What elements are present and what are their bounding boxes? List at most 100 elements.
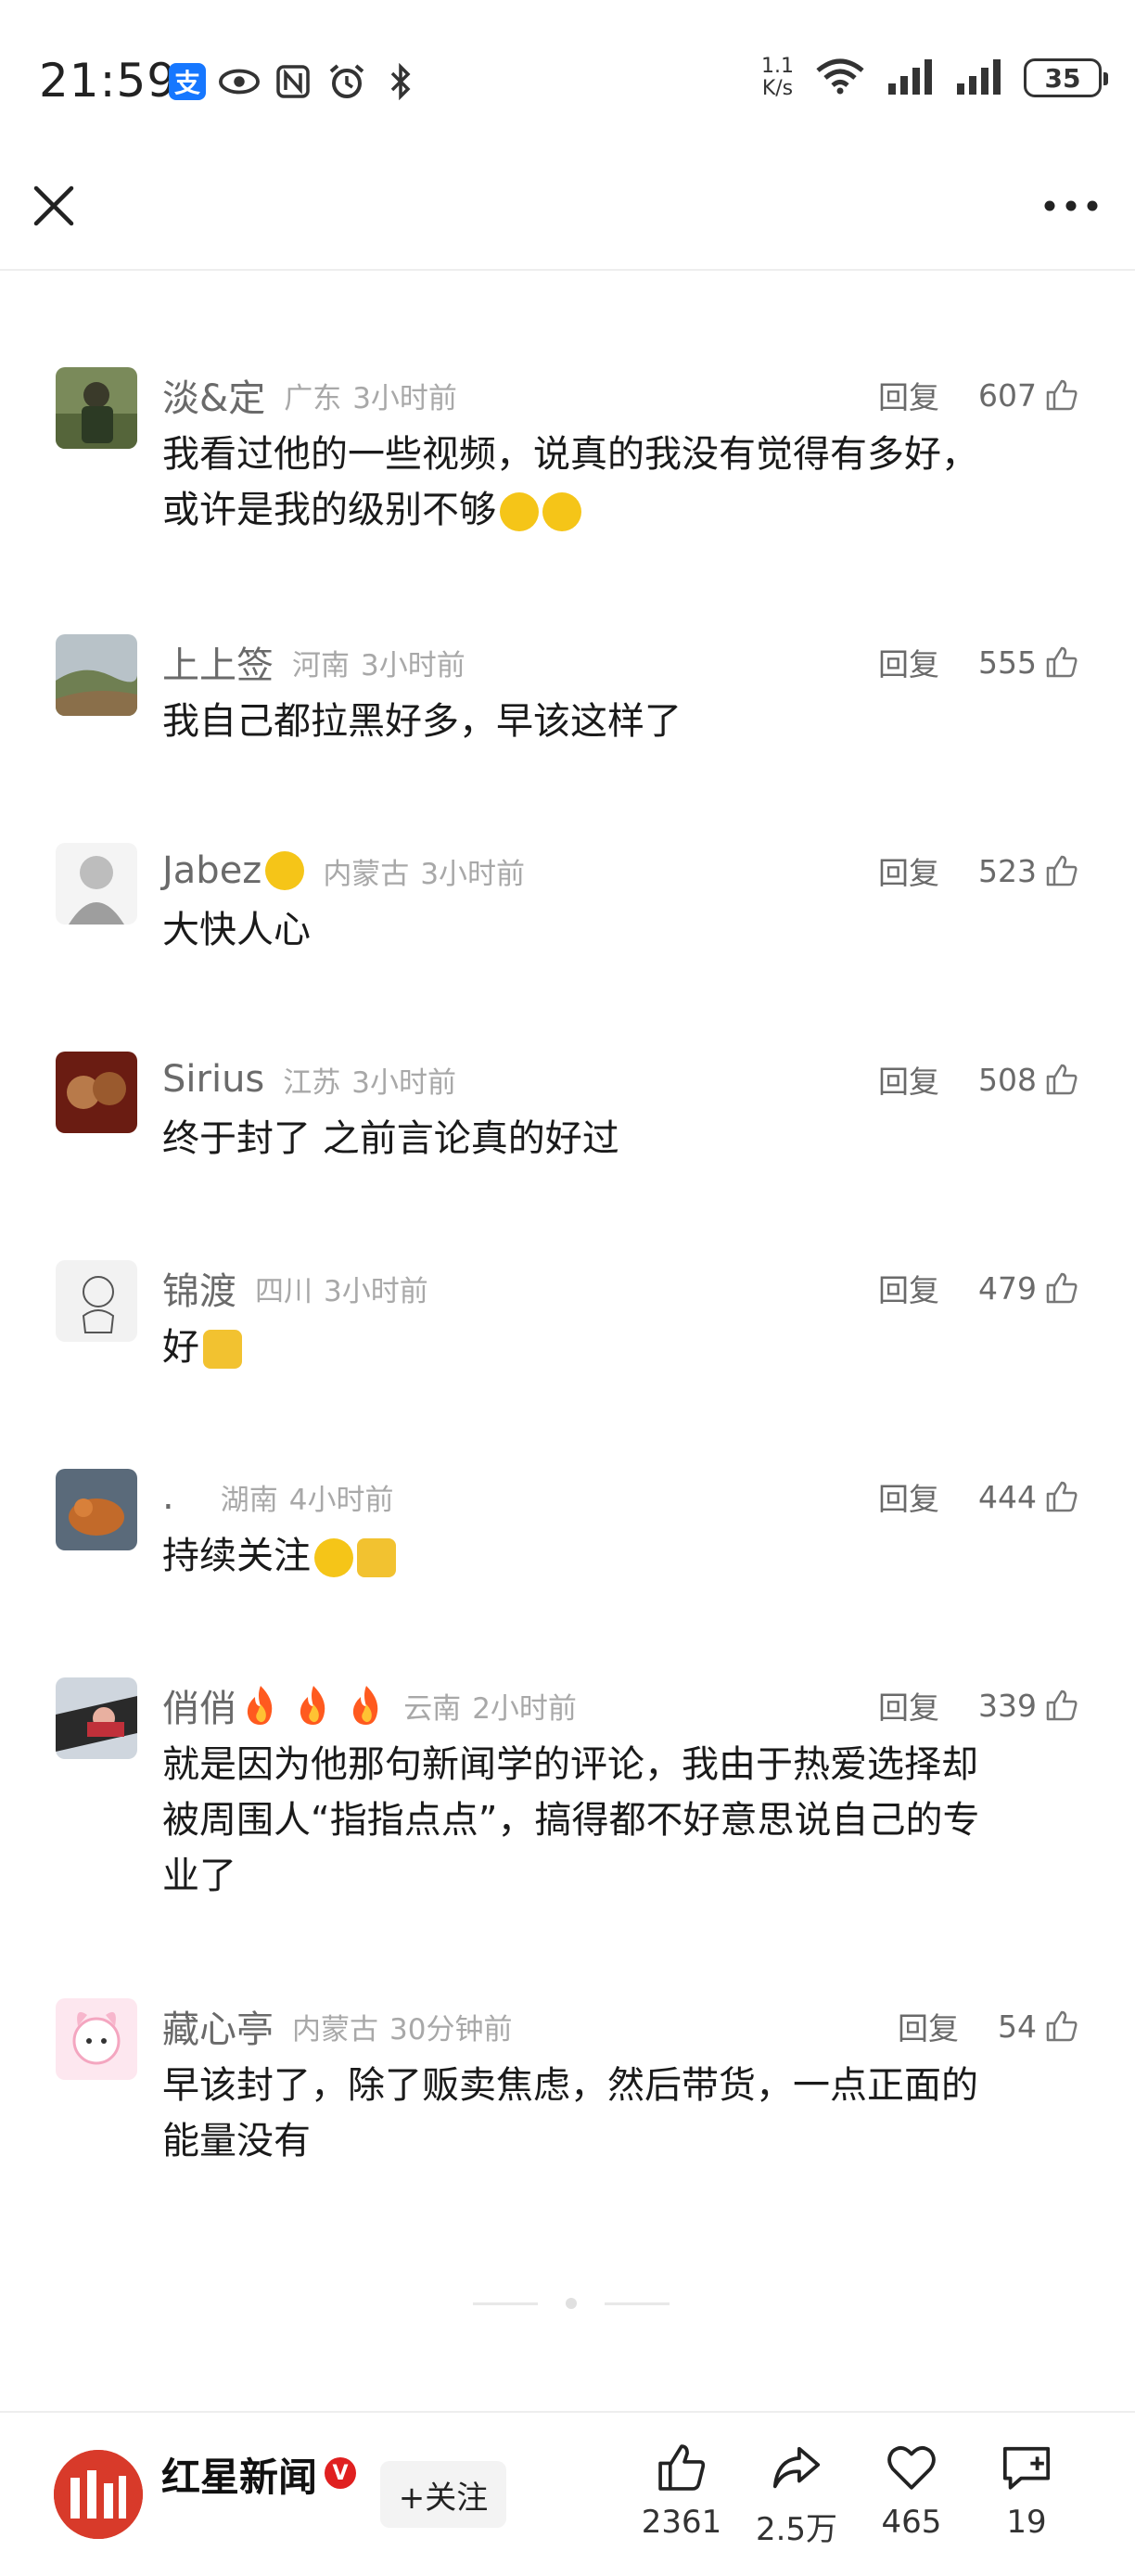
like-count: 555 — [978, 644, 1037, 681]
comment-time: 2小时前 — [472, 1691, 577, 1726]
comment-text: 早该封了，除了贩卖焦虑，然后带货，一点正面的 能量没有 — [162, 2058, 1076, 2169]
thumbs-up-icon — [1046, 1064, 1078, 1095]
indicator-line — [605, 2302, 670, 2305]
like-button[interactable]: 479 — [978, 1270, 1079, 1307]
comment-author[interactable]: 上上签 — [162, 635, 274, 689]
like-count: 339 — [978, 1687, 1037, 1724]
comment-line: 终于封了 之前言论真的好过 — [162, 1117, 619, 1160]
verified-badge: V — [325, 2457, 356, 2489]
comment-action[interactable]: 19 — [976, 2441, 1078, 2541]
favorite-action[interactable]: 465 — [861, 2441, 963, 2541]
follow-button[interactable]: +关注 — [380, 2461, 506, 2528]
share-action[interactable]: 2.5万 — [746, 2441, 848, 2549]
nfc-icon — [273, 61, 313, 102]
comment-time: 3小时前 — [351, 1065, 456, 1100]
thumbs-up-icon — [1046, 1272, 1078, 1304]
like-action[interactable]: 2361 — [631, 2441, 733, 2541]
indicator-dot — [566, 2298, 577, 2309]
comment-line: 持续关注 — [162, 1535, 311, 1577]
comment-location: 云南 — [403, 1691, 462, 1726]
comment-text: 好 — [162, 1320, 1076, 1375]
comment-location: 内蒙古 — [323, 857, 410, 891]
avatar[interactable] — [56, 1677, 137, 1759]
comment-text: 大快人心 — [162, 902, 1076, 958]
crying-laugh-emoji — [500, 492, 539, 531]
comment-author[interactable]: Sirius — [162, 1058, 264, 1101]
comment-line: 好 — [162, 1326, 199, 1369]
signal-icon-1 — [886, 57, 935, 98]
comment-line: 早该封了，除了贩卖焦虑，然后带货，一点正面的 — [162, 2064, 978, 2107]
comment-text: 我看过他的一些视频，说真的我没有觉得有多好， 或许是我的级别不够 — [162, 427, 1076, 538]
eye-icon — [219, 61, 260, 102]
comment-count: 19 — [1006, 2504, 1047, 2541]
heart-icon — [887, 2446, 936, 2490]
comment-author[interactable]: 俏俏 — [162, 1678, 236, 1732]
comment-location: 内蒙古 — [292, 2012, 378, 2047]
reply-button[interactable]: 回复 — [898, 2004, 959, 2048]
fire-emoji — [353, 1686, 378, 1725]
like-button[interactable]: 523 — [978, 853, 1079, 889]
like-button[interactable]: 54 — [998, 2009, 1079, 2045]
reply-button[interactable]: 回复 — [878, 1266, 939, 1310]
comment-author[interactable]: 淡&定 — [162, 368, 265, 422]
reply-button[interactable]: 回复 — [878, 640, 939, 684]
like-button[interactable]: 555 — [978, 644, 1079, 681]
avatar[interactable] — [56, 1260, 137, 1342]
comment-author[interactable]: Jabez — [162, 849, 261, 892]
comment-text: 就是因为他那句新闻学的评论，我由于热爱选择却 被周围人“指指点点”，搞得都不好意… — [162, 1737, 1076, 1904]
avatar[interactable] — [56, 634, 137, 716]
publisher-logo[interactable] — [54, 2450, 143, 2539]
comment-line: 大快人心 — [162, 909, 311, 951]
comment-time: 4小时前 — [288, 1483, 394, 1517]
thumbs-up-icon — [1046, 646, 1078, 678]
thumbs-up-icon — [1046, 1481, 1078, 1512]
close-button[interactable] — [28, 180, 80, 232]
publisher-name[interactable]: 红星新闻 — [161, 2446, 317, 2503]
bottom-bar: 红星新闻 V +关注 2361 2.5万 465 19 — [0, 2411, 1135, 2576]
avatar[interactable] — [56, 367, 137, 449]
comment-line: 或许是我的级别不够 — [162, 489, 496, 531]
reply-button[interactable]: 回复 — [878, 848, 939, 893]
reply-button[interactable]: 回复 — [878, 1683, 939, 1728]
thumbs-up-icon — [658, 2444, 706, 2491]
network-speed: 1.1 K/s — [761, 56, 794, 100]
avatar[interactable] — [56, 1052, 137, 1133]
share-icon — [772, 2446, 821, 2489]
thumbs-up-icon — [1046, 2010, 1078, 2042]
comment-author[interactable]: 藏心亭 — [162, 1999, 274, 2053]
reply-button[interactable]: 回复 — [878, 373, 939, 417]
avatar[interactable] — [56, 843, 137, 925]
like-count: 508 — [978, 1061, 1037, 1098]
status-right-icons: 1.1 K/s 35 — [761, 56, 1108, 100]
like-button[interactable]: 508 — [978, 1062, 1079, 1098]
like-button[interactable]: 607 — [978, 377, 1079, 414]
like-count: 607 — [978, 376, 1037, 414]
more-button[interactable] — [1039, 187, 1103, 224]
comment-line: 被周围人“指指点点”，搞得都不好意思说自己的专 — [162, 1799, 980, 1842]
avatar[interactable] — [56, 1469, 137, 1550]
battery-indicator: 35 — [1024, 58, 1108, 97]
fire-emoji — [300, 1686, 325, 1725]
close-icon — [33, 185, 74, 226]
favorite-count: 465 — [881, 2504, 942, 2541]
comment-line: 就是因为他那句新闻学的评论，我由于热爱选择却 — [162, 1743, 978, 1786]
signal-icon-2 — [955, 57, 1003, 98]
comment-author[interactable]: 锦渡 — [162, 1261, 236, 1315]
status-left-icons: 支 — [169, 61, 421, 102]
crying-laugh-emoji — [542, 492, 581, 531]
fire-emoji-group — [242, 1684, 396, 1727]
comment-author[interactable]: . — [162, 1475, 174, 1518]
comment-time: 30分钟前 — [389, 2012, 513, 2047]
thumbs-up-icon — [1046, 855, 1078, 886]
smile-emoji — [314, 1538, 353, 1577]
like-button[interactable]: 339 — [978, 1688, 1079, 1724]
thumbs-up-emoji — [203, 1330, 242, 1369]
network-speed-value: 1.1 — [761, 55, 794, 78]
reply-button[interactable]: 回复 — [878, 1474, 939, 1519]
reply-button[interactable]: 回复 — [878, 1057, 939, 1102]
comment-location: 广东 — [284, 381, 342, 415]
like-count: 479 — [978, 1269, 1037, 1307]
avatar[interactable] — [56, 1998, 137, 2080]
share-count: 2.5万 — [755, 2511, 838, 2548]
like-button[interactable]: 444 — [978, 1479, 1079, 1515]
